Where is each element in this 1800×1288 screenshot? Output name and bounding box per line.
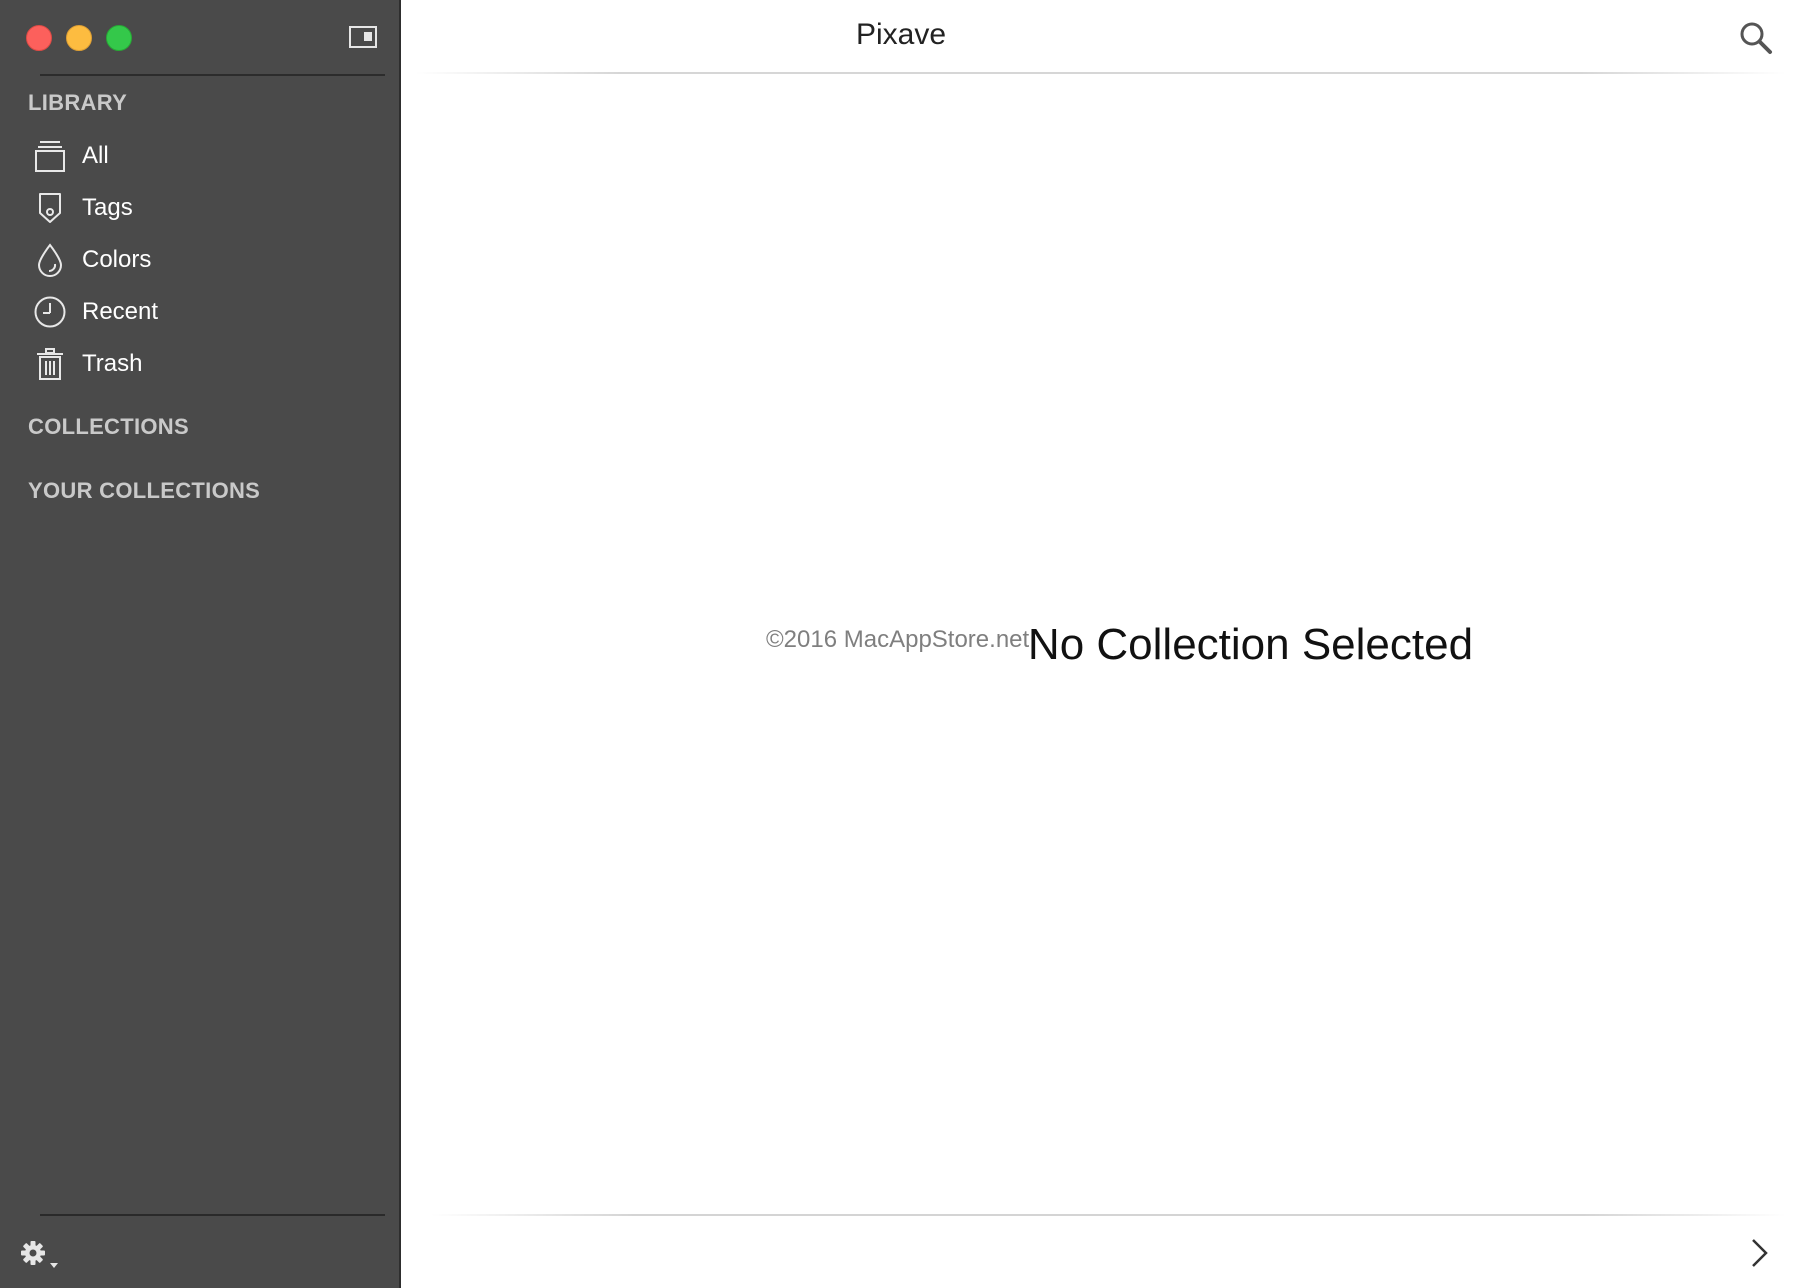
clock-icon	[28, 290, 72, 334]
watermark-text: ©2016 MacAppStore.net	[766, 626, 1030, 653]
sidebar-item-trash[interactable]: Trash	[28, 342, 378, 386]
sidebar-divider	[40, 1214, 385, 1216]
chevron-right-icon[interactable]	[1744, 1236, 1774, 1270]
chevron-down-icon	[50, 1263, 58, 1268]
sidebar: LIBRARY All Tags Colors Recent Trash COL…	[0, 0, 401, 1288]
sidebar-item-label: Recent	[82, 298, 159, 325]
app-window: LIBRARY All Tags Colors Recent Trash COL…	[0, 0, 1800, 1288]
collections-section-header[interactable]: COLLECTIONS	[28, 414, 189, 440]
sidebar-item-label: Tags	[82, 194, 133, 221]
main-content: Pixave No Collection Selected ©2016 MacA…	[401, 0, 1800, 1288]
close-window-button[interactable]	[26, 25, 52, 51]
maximize-window-button[interactable]	[106, 25, 132, 51]
empty-state-message: No Collection Selected	[1027, 620, 1474, 669]
toolbar-divider	[415, 72, 1786, 74]
sidebar-item-label: All	[82, 142, 109, 169]
tag-icon	[28, 186, 72, 230]
tray-icon	[28, 134, 72, 178]
your-collections-section-header[interactable]: YOUR COLLECTIONS	[28, 478, 260, 504]
sidebar-item-colors[interactable]: Colors	[28, 238, 378, 282]
search-icon[interactable]	[1738, 20, 1774, 56]
sidebar-item-recent[interactable]: Recent	[28, 290, 378, 334]
sidebar-divider	[40, 74, 385, 76]
library-section-header: LIBRARY	[28, 90, 128, 115]
trash-icon	[28, 342, 72, 386]
minimize-window-button[interactable]	[66, 25, 92, 51]
sidebar-item-label: Colors	[82, 246, 152, 273]
sidebar-item-label: Trash	[82, 350, 143, 377]
footer-divider	[431, 1214, 1786, 1216]
sidebar-toggle-icon[interactable]	[349, 26, 377, 48]
sidebar-item-tags[interactable]: Tags	[28, 186, 378, 230]
window-title: Pixave	[855, 18, 947, 51]
gear-icon[interactable]	[18, 1236, 62, 1272]
sidebar-item-all[interactable]: All	[28, 134, 378, 178]
droplet-icon	[28, 238, 72, 282]
